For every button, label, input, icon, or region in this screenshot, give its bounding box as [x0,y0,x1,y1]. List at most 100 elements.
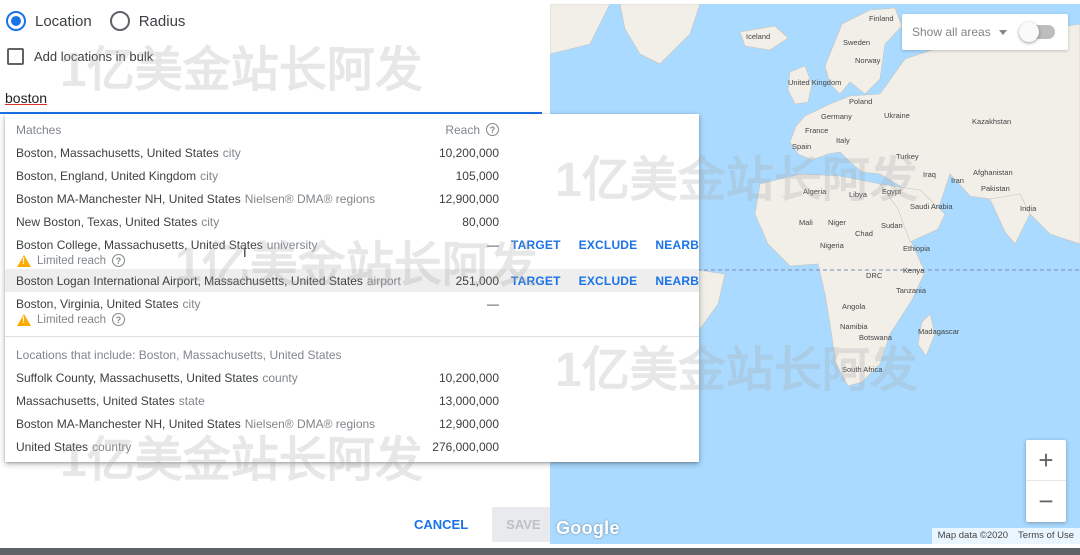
map-country-label: Kenya [903,266,925,275]
location-suggestions: Matches Reach ? Boston, Massachusetts, U… [5,114,699,462]
suggestion-row[interactable]: New Boston, Texas, United States city 80,0… [5,210,699,233]
suggestion-row[interactable]: Massachusetts, United States state 13,000,… [5,389,699,412]
show-all-areas-toggle[interactable] [1018,22,1055,42]
map-country-label: DRC [866,271,883,280]
map-country-label: India [1020,204,1037,213]
map-country-label: Iran [951,176,964,185]
zoom-out-button[interactable]: − [1026,481,1066,522]
map-country-label: Algeria [803,187,827,196]
map-country-label: Iraq [923,170,936,179]
map-country-label: Pakistan [981,184,1010,193]
zoom-controls: + − [1026,440,1066,522]
show-all-areas-control[interactable]: Show all areas [902,14,1068,50]
targeting-mode-group: Location Radius [6,11,203,31]
map-country-label: Spain [792,142,812,151]
suggestion-name: Boston, Massachusetts, United States [16,145,219,160]
location-radio[interactable] [6,11,26,31]
suggestion-row[interactable]: Boston, Massachusetts, United States city… [5,141,699,164]
suggestion-row[interactable]: Boston, Virginia, United States city — [5,292,699,315]
matches-header-label: Matches [16,122,62,137]
suggestion-row[interactable]: United States country 276,000,000 [5,435,699,458]
suggestion-reach: — [487,237,499,252]
map-country-label: Libya [849,190,867,199]
map-country-label: United Kingdom [788,78,842,87]
map-country-label: Egypt [882,187,902,196]
target-button[interactable]: TARGET [511,274,561,288]
suggestion-type: city [222,145,241,160]
map-attribution: Map data ©2020 Terms of Use [931,528,1080,544]
matches-header: Matches Reach ? [5,118,699,141]
exclude-button[interactable]: EXCLUDE [579,238,638,252]
suggestion-reach: 12,900,000 [438,191,499,206]
suggestion-type: Nielsen® DMA® regions [244,416,376,431]
map-country-label: Afghanistan [973,168,1013,177]
map-country-label: Angola [842,302,866,311]
bulk-locations-option[interactable]: Add locations in bulk [7,48,153,65]
map-country-label: Italy [836,136,850,145]
suggestion-name: Boston MA-Manchester NH, United States [16,191,241,206]
suggestion-type: county [262,370,298,385]
suggestion-type: country [92,439,132,454]
location-radio-option[interactable]: Location [6,11,92,31]
suggestion-type: city [200,168,219,183]
suggestion-type: city [201,214,220,229]
help-icon[interactable]: ? [486,123,499,136]
map-country-label: France [805,126,829,135]
radius-radio[interactable] [109,11,130,31]
text-cursor-icon: I [243,245,247,260]
location-radio-label: Location [35,12,92,30]
zoom-in-button[interactable]: + [1026,440,1066,481]
map-country-label: Botswana [859,333,892,342]
terms-link[interactable]: Terms of Use [1018,530,1074,542]
map-country-label: Nigeria [820,241,844,250]
nearby-button[interactable]: NEARBY [655,238,699,252]
radius-radio-option[interactable]: Radius [109,11,186,31]
suggestion-reach: 276,000,000 [432,439,499,454]
cancel-button[interactable]: CANCEL [400,507,482,542]
suggestion-name: Boston, Virginia, United States [16,296,179,311]
suggestion-reach: 13,000,000 [438,393,499,408]
limited-reach-label: Limited reach [37,254,107,267]
suggestion-reach: 10,200,000 [438,370,499,385]
includes-header: Locations that include: Boston, Massachu… [5,343,699,366]
suggestion-type: university [266,237,318,252]
map-country-label: Sweden [843,38,871,47]
map-data-text: Map data ©2020 [937,530,1009,541]
target-button[interactable]: TARGET [511,238,561,252]
map-country-label: Madagascar [918,327,960,336]
reach-header-label: Reach [445,122,480,137]
suggestion-name: Massachusetts, United States [16,393,175,408]
suggestion-row[interactable]: Boston College, Massachusetts, United St… [5,233,699,256]
map-country-label: Tanzania [896,286,927,295]
radius-radio-label: Radius [138,12,186,30]
map-country-label: Iceland [746,32,771,41]
suggestion-type: Nielsen® DMA® regions [244,191,376,206]
map-country-label: Turkey [896,152,919,161]
map-country-label: South Africa [842,365,883,374]
map-country-label: Niger [828,218,846,227]
map-country-label: Namibia [840,322,868,331]
divider [5,336,699,337]
suggestion-row[interactable]: Suffolk County, Massachusetts, United St… [5,366,699,389]
location-search-input[interactable] [0,84,542,112]
bulk-checkbox[interactable] [7,48,24,65]
map-country-label: Saudi Arabia [910,202,953,211]
suggestion-reach: — [487,296,499,311]
reach-header: Reach ? [385,123,499,137]
bulk-label: Add locations in bulk [34,49,154,64]
nearby-button[interactable]: NEARBY [655,274,699,288]
map-country-label: Mali [799,218,813,227]
suggestion-row[interactable]: Boston MA-Manchester NH, United States Ni… [5,187,699,210]
suggestion-row[interactable]: Boston Logan International Airport, Mass… [5,269,699,292]
exclude-button[interactable]: EXCLUDE [579,274,638,288]
location-targeting-dialog: { "targeting": { "radio_location": "Loca… [0,0,1080,555]
suggestion-row[interactable]: Boston MA-Manchester NH, United States Ni… [5,412,699,435]
suggestion-type: state [178,393,205,408]
chevron-down-icon[interactable] [998,29,1007,35]
save-button[interactable]: SAVE [492,507,555,542]
matches-list: Boston, Massachusetts, United States city… [5,141,699,328]
suggestion-row[interactable]: Boston, England, United Kingdom city 105,0… [5,164,699,187]
taskbar-strip [0,548,1080,555]
warning-icon [17,313,31,326]
suggestion-type: city [182,296,201,311]
